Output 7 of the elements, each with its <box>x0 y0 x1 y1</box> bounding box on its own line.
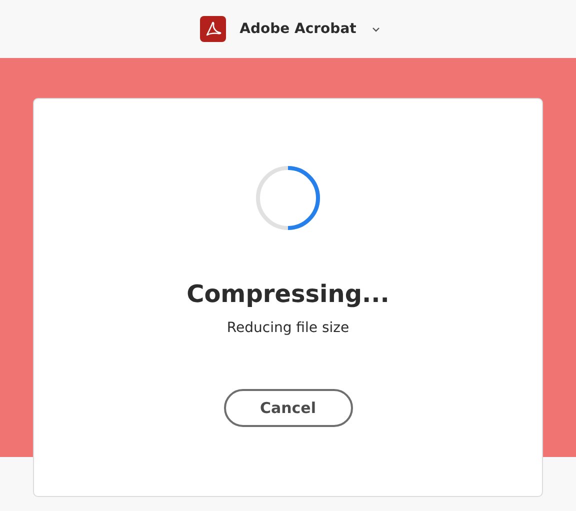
app-logo-icon <box>200 16 226 42</box>
app-name[interactable]: Adobe Acrobat <box>240 21 356 37</box>
spinner-icon <box>255 165 321 231</box>
dialog-title: Compressing... <box>186 279 390 309</box>
chevron-down-icon[interactable] <box>372 26 380 32</box>
status-text: Reducing file size <box>226 319 350 337</box>
cancel-button[interactable]: Cancel <box>224 389 352 427</box>
